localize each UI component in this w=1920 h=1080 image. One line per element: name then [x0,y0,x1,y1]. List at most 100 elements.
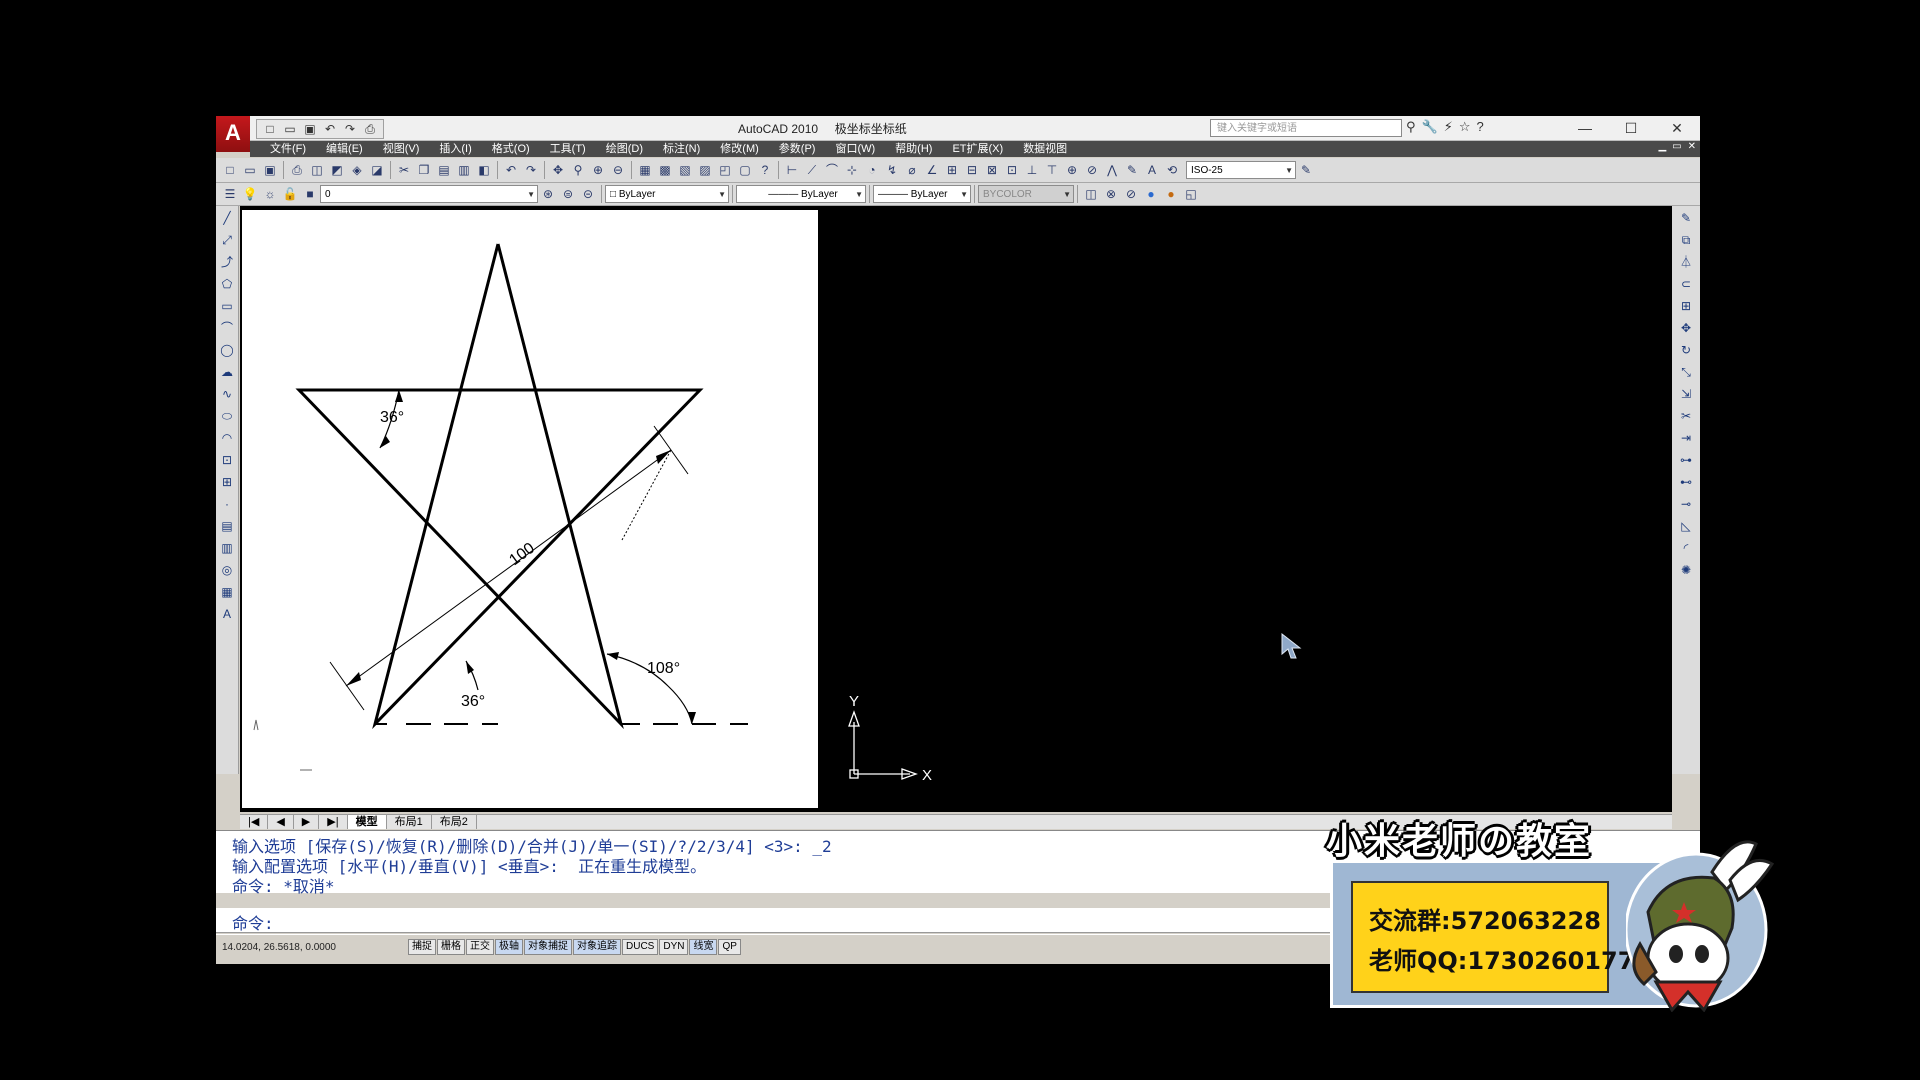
redo-icon[interactable]: ↷ [521,160,541,180]
copy-icon[interactable]: ❐ [414,160,434,180]
subscription-icon[interactable]: 🔧 [1422,119,1438,135]
dim-baseline-icon[interactable]: ⊟ [962,160,982,180]
lock-icon[interactable]: 🔓 [280,184,300,204]
scale-icon[interactable]: ⤡ [1676,362,1696,382]
quickcalc-icon[interactable]: ▢ [735,160,755,180]
ellipse-icon[interactable]: ⬭ [217,406,237,426]
menu-insert[interactable]: 插入(I) [429,141,481,157]
otrack-toggle[interactable]: 对象追踪 [573,939,621,955]
line-icon[interactable]: ╱ [217,208,237,228]
offset-icon[interactable]: ⊂ [1676,274,1696,294]
tab-nav-first[interactable]: |◀ [240,815,269,829]
make-block-icon[interactable]: ⊞ [217,472,237,492]
menu-dimension[interactable]: 标注(N) [653,141,710,157]
publish-icon[interactable]: ◩ [327,160,347,180]
doc-minimize-button[interactable]: ▁ [1658,141,1666,152]
doc-restore-button[interactable]: ▭ [1672,141,1681,152]
gradient-icon[interactable]: ▥ [217,538,237,558]
fillet-icon[interactable]: ◜ [1676,538,1696,558]
minimize-button[interactable]: — [1562,116,1608,140]
plot-icon[interactable]: ⎙ [361,120,379,138]
menu-view[interactable]: 视图(V) [373,141,430,157]
maximize-button[interactable]: ☐ [1608,116,1654,140]
print-icon[interactable]: ⎙ [287,160,307,180]
dim-space-icon[interactable]: ⊡ [1002,160,1022,180]
layer-manager-icon[interactable]: ☰ [220,184,240,204]
array-icon[interactable]: ⊞ [1676,296,1696,316]
binoculars-icon[interactable]: ⚲ [1406,119,1416,135]
zoom-realtime-icon[interactable]: ⚲ [568,160,588,180]
copy-object-icon[interactable]: ⧉ [1676,230,1696,250]
color-swatch-icon[interactable]: ■ [300,184,320,204]
ducs-toggle[interactable]: DUCS [622,939,659,955]
zoom-window-icon[interactable]: ⊕ [588,160,608,180]
autocad-logo-icon[interactable]: A [216,116,250,152]
open-file-icon[interactable]: ▭ [281,120,299,138]
dim-break-icon[interactable]: ⊥ [1022,160,1042,180]
tab-model[interactable]: 模型 [347,815,387,829]
block-editor-icon[interactable]: ◧ [474,160,494,180]
save-icon[interactable]: ▣ [301,120,319,138]
favorites-icon[interactable]: ☆ [1459,119,1471,135]
undo-icon[interactable]: ↶ [501,160,521,180]
explode-icon[interactable]: ✺ [1676,560,1696,580]
erase-icon[interactable]: ✎ [1676,208,1696,228]
join-icon[interactable]: ⊸ [1676,494,1696,514]
cut-icon[interactable]: ✂ [394,160,414,180]
dim-jogged-icon[interactable]: ↯ [882,160,902,180]
region-icon[interactable]: ◎ [217,560,237,580]
dim-continue-icon[interactable]: ⊠ [982,160,1002,180]
trim-icon[interactable]: ✂ [1676,406,1696,426]
layer-previous-icon[interactable]: ⊜ [558,184,578,204]
jogged-linear-icon[interactable]: ⋀ [1102,160,1122,180]
center-mark-icon[interactable]: ⊕ [1062,160,1082,180]
menu-file[interactable]: 文件(F) [260,141,316,157]
etransmit-icon[interactable]: ◪ [367,160,387,180]
conceptual-icon[interactable]: ● [1161,184,1181,204]
design-center-icon[interactable]: ▩ [655,160,675,180]
visual-manager-icon[interactable]: ◱ [1181,184,1201,204]
layer-select[interactable]: 0 ▼ [320,185,538,203]
spline-icon[interactable]: ∿ [217,384,237,404]
properties-icon[interactable]: ▦ [635,160,655,180]
lineweight-toggle[interactable]: 线宽 [689,939,718,955]
layer-states-icon[interactable]: ⊝ [578,184,598,204]
menu-tools[interactable]: 工具(T) [540,141,596,157]
stretch-icon[interactable]: ⇲ [1676,384,1696,404]
paste-icon[interactable]: ▤ [434,160,454,180]
sun-icon[interactable]: ☼ [260,184,280,204]
close-button[interactable]: ✕ [1654,116,1700,140]
rectangle-icon[interactable]: ▭ [217,296,237,316]
plotstyle-select[interactable]: BYCOLOR ▼ [978,185,1074,203]
3d-publish-icon[interactable]: ◈ [347,160,367,180]
tool-palettes-icon[interactable]: ▧ [675,160,695,180]
point-icon[interactable]: · [217,494,237,514]
break-at-point-icon[interactable]: ⊶ [1676,450,1696,470]
lineweight-select[interactable]: ——— ByLayer ▼ [873,185,971,203]
communication-icon[interactable]: ⚡ [1444,119,1453,135]
help-icon[interactable]: ? [1477,119,1484,135]
sheet-set-icon[interactable]: ▨ [695,160,715,180]
construction-line-icon[interactable]: ⤢ [217,230,237,250]
open-icon[interactable]: ▭ [240,160,260,180]
menu-window[interactable]: 窗口(W) [825,141,885,157]
table-icon[interactable]: ▦ [217,582,237,602]
lightbulb-icon[interactable]: 💡 [240,184,260,204]
realistic-icon[interactable]: ● [1141,184,1161,204]
osnap-toggle[interactable]: 对象捕捉 [524,939,572,955]
visual-styles-icon[interactable]: ◫ [1081,184,1101,204]
snap-toggle[interactable]: 捕捉 [408,939,436,955]
drawing-canvas[interactable]: 100 36° 36° 108° Y X [240,206,1672,812]
polyline-icon[interactable]: ⤴ [217,252,237,272]
dyn-toggle[interactable]: DYN [659,939,689,955]
tab-nav-prev[interactable]: ◀ [268,815,294,829]
dim-arc-icon[interactable]: ⌒ [822,160,842,180]
dim-radius-icon[interactable]: ◔ [862,160,882,180]
dim-aligned-icon[interactable]: ⟋ [802,160,822,180]
arc-icon[interactable]: ⌒ [217,318,237,338]
dim-text-edit-icon[interactable]: A [1142,160,1162,180]
menu-draw[interactable]: 绘图(D) [596,141,653,157]
search-input[interactable]: 键入关键字或短语 [1210,119,1402,137]
dim-ordinate-icon[interactable]: ⊹ [842,160,862,180]
menu-format[interactable]: 格式(O) [482,141,540,157]
